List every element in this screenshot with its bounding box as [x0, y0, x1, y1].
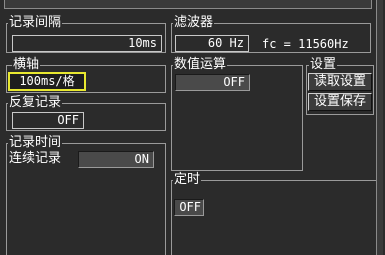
timer-title: 定时	[173, 172, 202, 187]
record-interval-field[interactable]: 10ms	[12, 35, 162, 52]
read-settings-button[interactable]: 读取设置	[308, 73, 372, 91]
numeric-calc-field[interactable]: OFF	[175, 74, 250, 91]
top-panel-edge	[4, 0, 372, 9]
record-time-title: 记录时间	[8, 135, 63, 150]
timer-group	[171, 180, 376, 255]
horizontal-axis-field[interactable]: 100ms/格	[8, 72, 86, 91]
horizontal-axis-title: 横轴	[12, 57, 41, 72]
continuous-record-label: 连续记录	[9, 151, 62, 166]
filter-field[interactable]: 60 Hz	[175, 35, 249, 52]
filter-cutoff-text: fc = 11560Hz	[262, 37, 349, 51]
save-settings-button[interactable]: 设置保存	[308, 93, 372, 111]
filter-title: 滤波器	[173, 15, 215, 30]
repeat-record-title: 反复记录	[8, 95, 63, 110]
record-interval-title: 记录间隔	[8, 15, 63, 30]
settings-title: 设置	[309, 57, 338, 72]
continuous-record-field[interactable]: ON	[78, 151, 154, 168]
repeat-record-field[interactable]: OFF	[12, 112, 84, 129]
right-scrollbar[interactable]	[376, 0, 383, 255]
timer-field[interactable]: OFF	[174, 199, 204, 216]
numeric-calc-title: 数值运算	[173, 57, 228, 72]
